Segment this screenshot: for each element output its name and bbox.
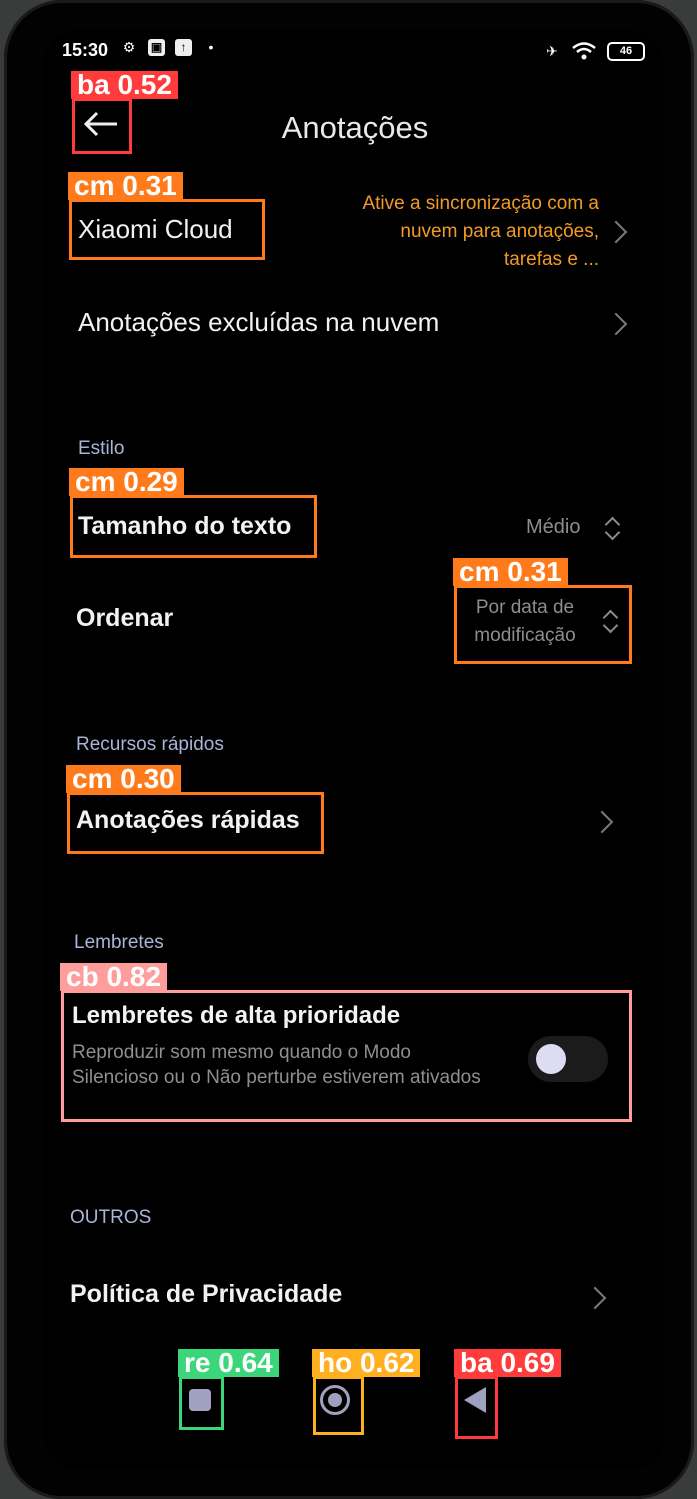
detection-box: ba 0.52: [71, 71, 178, 154]
detection-tag: ho 0.62: [312, 1349, 421, 1377]
section-quick-title: Recursos rápidos: [76, 734, 224, 755]
up-down-icon: [603, 513, 621, 543]
detection-box: cm 0.31: [68, 172, 265, 260]
airplane-icon: ✈: [546, 42, 558, 59]
status-right: ✈ 46: [543, 41, 645, 61]
detection-box: cb 0.82: [60, 963, 632, 1122]
sort-label: Ordenar: [76, 603, 174, 632]
detection-box: cm 0.30: [66, 765, 324, 854]
detection-tag: cm 0.31: [68, 172, 183, 200]
dot-icon: •: [208, 39, 214, 55]
deleted-notes-row[interactable]: Anotações excluídas na nuvem: [70, 300, 630, 344]
wifi-icon: [572, 42, 596, 60]
section-others-title: OUTROS: [70, 1207, 152, 1228]
detection-box: re 0.64: [178, 1349, 279, 1430]
privacy-policy-label: Política de Privacidade: [70, 1279, 343, 1308]
sync-note: Ative a sincronização com a nuvem para a…: [362, 193, 599, 270]
detection-tag: ba 0.69: [454, 1349, 561, 1377]
privacy-policy-row[interactable]: Política de Privacidade: [70, 1272, 630, 1316]
section-style-title: Estilo: [78, 438, 125, 459]
section-reminders-title: Lembretes: [74, 932, 164, 953]
photo-icon: ▣: [148, 38, 165, 56]
detection-box: cm 0.31: [453, 558, 632, 664]
detection-tag: cm 0.31: [453, 558, 568, 586]
detection-tag: cm 0.29: [69, 468, 184, 496]
deleted-notes-label: Anotações excluídas na nuvem: [78, 306, 440, 337]
detection-box: ho 0.62: [312, 1349, 421, 1435]
text-size-value: Médio: [526, 516, 581, 538]
detection-box: ba 0.69: [454, 1349, 561, 1439]
detection-box: cm 0.29: [69, 468, 317, 558]
detection-tag: cm 0.30: [66, 765, 181, 793]
detection-tag: cb 0.82: [60, 963, 167, 991]
detection-tag: ba 0.52: [71, 71, 178, 99]
upload-icon: ↑: [175, 38, 192, 56]
battery-icon: 46: [607, 41, 645, 61]
detection-tag: re 0.64: [178, 1349, 279, 1377]
status-icons: ⚙ ▣ ↑ •: [120, 38, 220, 56]
settings-gear-icon: ⚙: [122, 38, 136, 55]
status-time: 15:30: [62, 40, 109, 60]
